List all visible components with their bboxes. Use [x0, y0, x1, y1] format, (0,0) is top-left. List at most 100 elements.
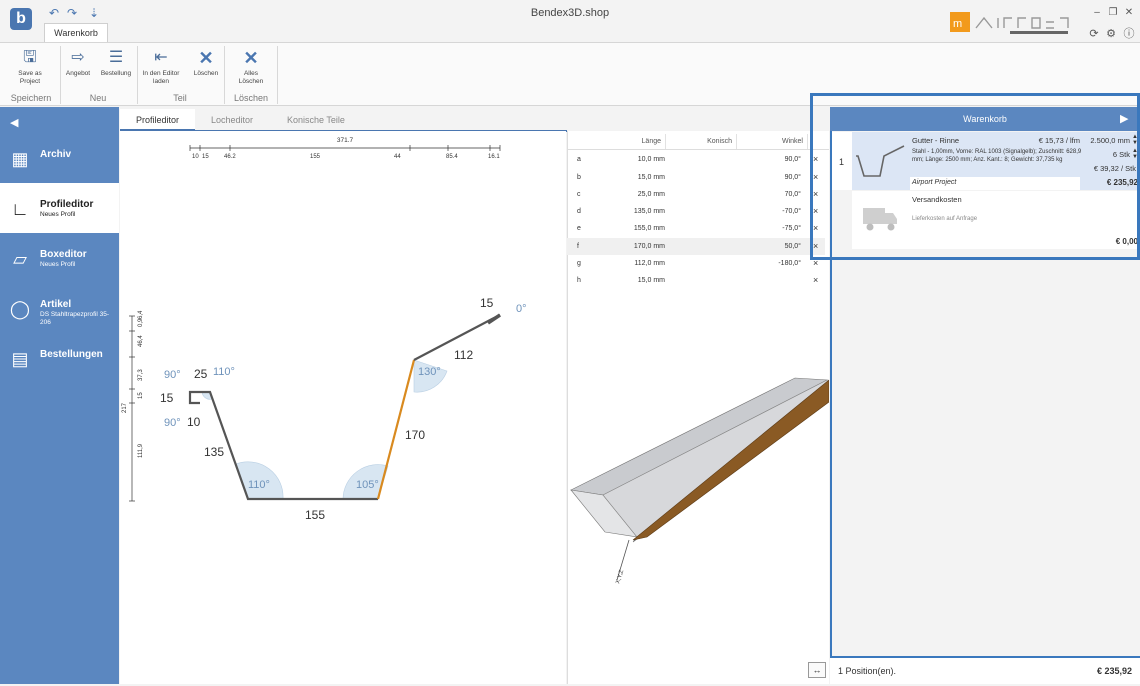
seg-label-c: 10 — [187, 415, 201, 429]
editor-load-button[interactable]: ⇤ In den Editor laden — [141, 48, 181, 94]
settings-icon[interactable]: ⚙ — [1104, 27, 1118, 41]
tab-konische-teile[interactable]: Konische Teile — [287, 109, 345, 131]
row-length[interactable]: 15,0 mm — [567, 272, 665, 289]
sidebar-item-archiv[interactable]: ▦ Archiv — [0, 133, 119, 183]
profile-drawing[interactable]: 371.7 10 15 46.2 155 44 85.4 16.1 0,9 6,… — [120, 131, 566, 684]
seg-label-e: 155 — [305, 508, 325, 522]
view-toggle-button[interactable]: ↔ — [808, 662, 826, 678]
delete-button[interactable]: ✕ Löschen — [190, 48, 222, 94]
cart-item-qty[interactable]: 6 Stk — [1084, 150, 1130, 159]
remove-row-icon[interactable]: × — [813, 169, 818, 186]
tab-locheditor[interactable]: Locheditor — [211, 109, 253, 131]
angle-label-4: 110° — [248, 479, 270, 491]
close-button[interactable]: ✕ — [1122, 6, 1136, 20]
qty-stepper-icon[interactable]: ▲ ▼ — [1132, 148, 1138, 160]
restore-button[interactable]: ❐ — [1106, 6, 1120, 20]
top-dim-4: 155 — [310, 154, 321, 160]
cart-item-total: € 235,92 — [1106, 178, 1138, 187]
sidebar-item-profileditor[interactable]: ∟ Profileditor Neues Profil — [0, 183, 119, 233]
row-length[interactable]: 15,0 mm — [567, 169, 665, 186]
col-header-angle[interactable]: Winkel — [738, 134, 808, 149]
row-angle[interactable]: -180,0° — [727, 255, 801, 272]
col-header-conical[interactable]: Konisch — [667, 134, 737, 149]
remove-row-icon[interactable]: × — [813, 255, 818, 272]
angle-label-3: 90° — [164, 417, 181, 429]
cart-item-price-per-piece: € 39,32 / Stk — [1093, 164, 1136, 173]
row-length[interactable]: 112,0 mm — [567, 255, 665, 272]
table-row[interactable]: c 25,0 mm 70,0° × — [567, 186, 825, 203]
top-dim-1: 10 — [192, 154, 199, 160]
table-header-divider — [567, 149, 829, 150]
remove-row-icon[interactable]: × — [813, 238, 818, 255]
table-row[interactable]: a 10,0 mm 90,0° × — [567, 151, 825, 168]
refresh-icon[interactable]: ⟳ — [1087, 27, 1101, 41]
table-row[interactable]: d 135,0 mm -70,0° × — [567, 203, 825, 220]
document-list-icon: ☰ — [108, 49, 124, 66]
left-dim-6: 111,9 — [138, 443, 144, 458]
remove-row-icon[interactable]: × — [813, 220, 818, 237]
ribbon-tab-warenkorb[interactable]: Warenkorb — [44, 23, 108, 43]
left-dim-5: 15 — [138, 392, 144, 399]
delete-all-button[interactable]: ✕ Alles Löschen — [233, 48, 269, 94]
group-teil: Teil — [173, 93, 187, 103]
cart-item-project[interactable]: Airport Project — [912, 179, 956, 186]
sidebar-item-bestellungen[interactable]: ▤ Bestellungen — [0, 333, 119, 383]
remove-row-icon[interactable]: × — [813, 186, 818, 203]
axis-label: X,Y,Z — [615, 569, 625, 585]
row-angle[interactable]: 90,0° — [727, 151, 801, 168]
row-length[interactable]: 135,0 mm — [567, 203, 665, 220]
sidebar-item-artikel[interactable]: ◯ Artikel DS Stahltrapezprofil 35-206 — [0, 283, 119, 333]
3d-preview[interactable]: X,Y,Z — [567, 340, 830, 660]
collapse-arrow-icon[interactable]: ◀ — [10, 116, 18, 129]
cart-item-length[interactable]: 2.500,0 mm — [1084, 136, 1130, 145]
row-angle[interactable]: 90,0° — [727, 169, 801, 186]
bestellung-label: Bestellung — [100, 70, 132, 77]
seg-label-d: 135 — [204, 445, 224, 459]
cart-positions-count: 1 Position(en). — [838, 666, 897, 676]
sidebar-item-sub: Neues Profil — [40, 211, 76, 218]
sidebar-item-boxeditor[interactable]: ▱ Boxeditor Neues Profil — [0, 233, 119, 283]
box-sheet-icon: ▱ — [13, 249, 27, 269]
top-total-dimension: 371.7 — [337, 137, 354, 144]
remove-row-icon[interactable]: × — [813, 203, 818, 220]
angebot-button[interactable]: ⇨ Angebot — [62, 48, 94, 94]
left-dim-4: 37,3 — [138, 369, 144, 381]
row-length[interactable]: 155,0 mm — [567, 220, 665, 237]
row-angle[interactable]: 50,0° — [727, 238, 801, 255]
remove-row-icon[interactable]: × — [813, 272, 818, 289]
row-length[interactable]: 10,0 mm — [567, 151, 665, 168]
row-length[interactable]: 170,0 mm — [567, 238, 665, 255]
seg-label-b: 25 — [194, 367, 208, 381]
row-angle[interactable]: 70,0° — [727, 186, 801, 203]
row-length[interactable]: 25,0 mm — [567, 186, 665, 203]
order-list-icon: ▤ — [11, 349, 29, 369]
length-stepper-icon[interactable]: ▲ ▼ — [1132, 134, 1138, 146]
editor-load-label: In den Editor laden — [142, 70, 180, 85]
minimize-button[interactable]: – — [1090, 6, 1104, 20]
profile-editor-canvas[interactable]: 371.7 10 15 46.2 155 44 85.4 16.1 0,9 6,… — [120, 131, 566, 684]
shipping-total: € 0,00 — [1115, 237, 1138, 246]
row-angle[interactable]: -75,0° — [727, 220, 801, 237]
table-row[interactable]: e 155,0 mm -75,0° × — [567, 220, 825, 237]
row-angle[interactable]: -70,0° — [727, 203, 801, 220]
sidebar-item-label: Archiv — [40, 149, 72, 160]
cart-footer: 1 Position(en). € 235,92 — [830, 656, 1140, 684]
col-header-length[interactable]: Länge — [600, 134, 666, 149]
bestellung-button[interactable]: ☰ Bestellung — [98, 48, 134, 94]
table-row[interactable]: g 112,0 mm -180,0° × — [567, 255, 825, 272]
tab-profileditor[interactable]: Profileditor — [120, 109, 195, 131]
table-row-selected[interactable]: f 170,0 mm 50,0° × — [567, 238, 825, 255]
document-arrow-icon: ⇨ — [71, 49, 85, 66]
top-dim-3: 46.2 — [224, 154, 236, 160]
grid-icon: ▦ — [11, 149, 29, 169]
save-as-project-button[interactable]: 🖫 Save as Project — [10, 48, 50, 94]
cart-expand-icon[interactable]: ▶ — [1120, 112, 1128, 125]
table-row[interactable]: b 15,0 mm 90,0° × — [567, 169, 825, 186]
cart-header: Warenkorb — [830, 107, 1140, 131]
delete-label: Löschen — [193, 70, 219, 77]
angle-label-6: 130° — [418, 366, 441, 378]
table-row[interactable]: h 15,0 mm × — [567, 272, 825, 289]
info-icon[interactable]: ⓘ — [1122, 27, 1136, 41]
remove-row-icon[interactable]: × — [813, 151, 818, 168]
profile-segment-abc[interactable] — [188, 390, 202, 405]
